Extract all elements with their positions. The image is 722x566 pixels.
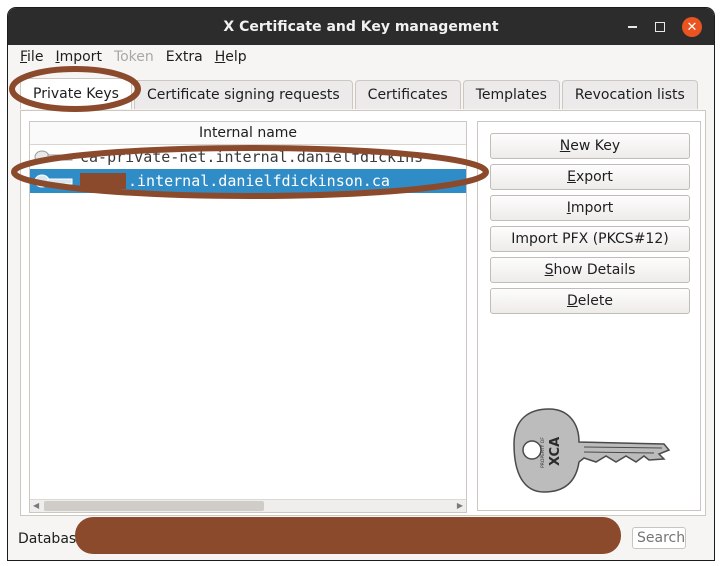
show-details-label: how Details — [553, 262, 636, 278]
menu-file-mnemonic: F — [20, 49, 28, 65]
close-button[interactable]: ✕ — [682, 17, 702, 37]
window-title: X Certificate and Key management — [223, 18, 499, 35]
minimize-button[interactable] — [622, 17, 642, 37]
export-mnemonic: E — [567, 169, 576, 185]
key-name: .internal.danielfdickinson.ca — [128, 172, 390, 190]
delete-mnemonic: D — [567, 293, 578, 309]
key-icon — [34, 174, 73, 188]
logo-text: XCA — [548, 437, 563, 466]
column-header-internal-name[interactable]: Internal name — [30, 122, 466, 145]
new-key-label: ew Key — [570, 138, 621, 154]
export-label: xport — [575, 169, 613, 185]
menu-file-label: ile — [27, 49, 44, 65]
key-list[interactable]: Internal name ca-private-net.internal.da… — [29, 121, 467, 513]
horizontal-scrollbar[interactable]: ◀ ▶ — [30, 499, 466, 512]
import-pfx-button[interactable]: Import PFX (PKCS#12) — [490, 226, 690, 252]
logo-small-text: PROPERTY OF — [540, 437, 546, 468]
maximize-icon — [655, 22, 665, 32]
tab-bar: Private Keys Certificate signing request… — [20, 78, 700, 110]
import-button[interactable]: Import — [490, 195, 690, 221]
menu-help-label: elp — [225, 49, 247, 65]
menu-extra[interactable]: Extra — [160, 49, 209, 65]
app-window: X Certificate and Key management ✕ File … — [8, 8, 714, 560]
scrollbar-thumb[interactable] — [44, 501, 264, 511]
new-key-mnemonic: N — [559, 138, 571, 154]
status-bar: Database d — [8, 524, 714, 554]
scroll-left-icon[interactable]: ◀ — [33, 500, 39, 512]
private-keys-panel: Internal name ca-private-net.internal.da… — [20, 110, 706, 516]
tab-certificates[interactable]: Certificates — [354, 80, 461, 109]
database-path-tail: d — [609, 531, 618, 547]
search-input[interactable] — [632, 527, 686, 549]
maximize-button[interactable] — [650, 17, 670, 37]
menu-token: Token — [108, 49, 160, 65]
export-button[interactable]: Export — [490, 164, 690, 190]
delete-label: elete — [577, 293, 613, 309]
show-details-mnemonic: S — [544, 262, 554, 278]
import-label: mport — [570, 200, 614, 216]
key-row-selected[interactable]: .internal.danielfdickinson.ca — [30, 169, 466, 193]
tab-certificate-signing-requests[interactable]: Certificate signing requests — [133, 80, 353, 109]
redaction-mark — [80, 173, 126, 189]
new-key-button[interactable]: New Key — [490, 133, 690, 159]
minimize-icon — [627, 26, 637, 28]
show-details-button[interactable]: Show Details — [490, 257, 690, 283]
scroll-right-icon[interactable]: ▶ — [457, 500, 463, 512]
tab-private-keys[interactable]: Private Keys — [20, 78, 132, 109]
menu-import[interactable]: Import — [49, 49, 107, 65]
close-icon: ✕ — [686, 19, 698, 35]
menu-help[interactable]: Help — [209, 49, 253, 65]
menu-bar: File Import Token Extra Help — [8, 45, 714, 69]
menu-extra-label: Extra — [165, 49, 203, 65]
delete-button[interactable]: Delete — [490, 288, 690, 314]
key-row[interactable]: ca-private-net.internal.danielfdickins — [30, 145, 466, 169]
menu-file[interactable]: File — [14, 49, 49, 65]
tab-revocation-lists[interactable]: Revocation lists — [561, 80, 698, 109]
menu-import-label: mport — [59, 49, 102, 65]
menu-help-mnemonic: H — [214, 49, 226, 65]
tab-templates[interactable]: Templates — [462, 80, 560, 109]
menu-token-label: Token — [113, 49, 154, 65]
xca-key-logo: XCA PROPERTY OF — [513, 408, 671, 493]
key-name: ca-private-net.internal.danielfdickins — [80, 148, 424, 166]
database-label: Database — [18, 531, 85, 547]
actions-panel: New Key Export Import Import PFX (PKCS#1… — [477, 121, 701, 511]
key-icon — [34, 150, 73, 164]
title-bar[interactable]: X Certificate and Key management ✕ — [8, 8, 714, 45]
